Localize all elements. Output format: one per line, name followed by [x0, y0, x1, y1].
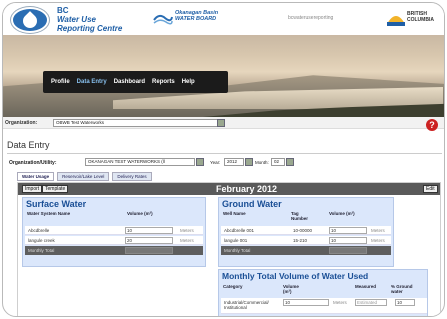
nav-dashboard[interactable]: Dashboard: [114, 79, 145, 85]
monthly-col-category: Category: [223, 284, 243, 289]
ground-unit: Meters: [371, 228, 385, 233]
tab-water-usage[interactable]: Water Usage: [17, 172, 55, 181]
ground-monthly-total-label: Monthly Total: [224, 248, 251, 253]
nav-data-entry[interactable]: Data Entry: [77, 79, 107, 85]
nav-reports[interactable]: Reports: [152, 79, 175, 85]
data-tabs: Water Usage Reservoir/Lake Level Deliver…: [17, 172, 152, 181]
surface-row-name: Abcdbrelle: [28, 228, 50, 233]
table-row: Abcdbrelle 001 10-00000 10 Meters: [221, 226, 391, 235]
surface-water-section: Surface Water Water System Name Volume (…: [22, 197, 206, 267]
surface-monthly-total: Monthly Total: [25, 246, 203, 255]
surface-volume-input[interactable]: 10: [125, 227, 173, 234]
ground-row-name: langule 001: [224, 238, 248, 243]
partner-logo-text: Okanagan Basin WATER BOARD: [175, 10, 218, 22]
ground-water-title: Ground Water: [222, 199, 282, 209]
ground-row-tag: 15-210: [293, 238, 308, 243]
ground-col-name: Well Name: [223, 211, 246, 216]
tab-reservoir-lake-level[interactable]: Reservoir/Lake Level: [57, 172, 110, 181]
panel-toolbar: Import Template February 2012 Edit: [18, 183, 440, 195]
measured-select[interactable]: Estimated: [355, 299, 387, 306]
ground-col-volume: Volume (m³): [329, 211, 355, 216]
ground-water-section: Ground Water Well Name Tag Number Volume…: [218, 197, 394, 267]
monthly-unit: Meters: [333, 300, 347, 305]
utility-label: Organization/Utility:: [9, 160, 57, 166]
nav-help[interactable]: Help: [182, 79, 195, 85]
ground-volume-input[interactable]: 10: [329, 227, 367, 234]
main-nav: Profile Data Entry Dashboard Reports Hel…: [43, 71, 228, 93]
organization-select[interactable]: OBWB Test Waterworks: [53, 119, 221, 127]
ground-row-name: Abcdbrelle 001: [224, 228, 255, 233]
brand-line-1: BC: [57, 6, 69, 15]
month-label: Month:: [255, 160, 269, 165]
okanagan-basin-logo-icon: [153, 14, 173, 25]
ground-monthly-total: Monthly Total: [221, 246, 391, 255]
surface-monthly-total-field: [125, 247, 173, 254]
surface-row-name: langule creek: [28, 238, 55, 243]
surface-col-volume: Volume (m³): [127, 211, 153, 216]
surface-unit: Meters: [180, 238, 194, 243]
table-row: Abcdbrelle 10 Meters: [25, 226, 203, 235]
organization-label: Organization:: [5, 120, 38, 126]
surface-monthly-total-label: Monthly Total: [28, 248, 55, 253]
month-select-button[interactable]: [286, 158, 294, 166]
title-divider: [7, 153, 442, 154]
utility-select[interactable]: OKANAGAN TEST WATERWORKS (ll: [85, 158, 195, 166]
table-row: langule 001 15-210 10 Meters: [221, 236, 391, 245]
water-drop-logo-icon[interactable]: [11, 7, 49, 33]
monthly-volume-input[interactable]: 10: [283, 299, 329, 306]
hero-banner-image: Profile Data Entry Dashboard Reports Hel…: [3, 35, 444, 117]
help-icon[interactable]: ?: [426, 119, 438, 131]
surface-volume-input[interactable]: 20: [125, 237, 173, 244]
utility-filter-row: Organization/Utility: OKANAGAN TEST WATE…: [9, 158, 439, 168]
ground-monthly-total-field: [329, 247, 367, 254]
ground-volume-input[interactable]: 10: [329, 237, 367, 244]
bc-government-logo-icon: [387, 16, 405, 26]
province-line-2: COLUMBIA: [407, 16, 434, 23]
template-button[interactable]: Template: [42, 185, 69, 193]
monthly-total-title: Monthly Total Volume of Water Used: [222, 271, 369, 281]
surface-unit: Meters: [180, 228, 194, 233]
water-usage-panel: Import Template February 2012 Edit Surfa…: [17, 182, 441, 316]
monthly-col-percent: % Ground water: [391, 284, 413, 294]
monthly-col-measured: Measured: [355, 284, 377, 289]
brand-line-3: Reporting Centre: [57, 24, 123, 33]
utility-select-button[interactable]: [196, 158, 204, 166]
ground-row-tag: 10-00000: [293, 228, 313, 233]
period-title: February 2012: [216, 184, 278, 194]
brand-title[interactable]: BC Water Use Reporting Centre: [57, 6, 122, 33]
app-frame: BC Water Use Reporting Centre Okanagan B…: [2, 2, 445, 317]
site-header: BC Water Use Reporting Centre Okanagan B…: [3, 3, 444, 35]
table-row: langule creek 20 Meters: [25, 236, 203, 245]
table-row: Industrial/Commercial/ Institutional 10 …: [221, 298, 427, 314]
brand-line-2: Water Use: [57, 15, 96, 24]
organization-bar: Organization: OBWB Test Waterworks: [3, 117, 444, 129]
organization-select-button[interactable]: [217, 119, 225, 127]
tab-delivery-rates[interactable]: Delivery Rates: [112, 172, 152, 181]
nav-profile[interactable]: Profile: [51, 79, 70, 85]
year-select-button[interactable]: [245, 158, 253, 166]
monthly-row-category: Industrial/Commercial/ Institutional: [224, 300, 269, 310]
province-logo-text: BRITISH COLUMBIA: [407, 11, 434, 23]
ground-col-tag: Tag Number: [291, 211, 309, 221]
edit-button[interactable]: Edit: [423, 185, 438, 193]
year-label: Year:: [210, 160, 221, 165]
monthly-col-volume: Volume (m³): [283, 284, 299, 294]
monthly-total-section: Monthly Total Volume of Water Used Categ…: [218, 269, 428, 316]
import-button[interactable]: Import: [22, 185, 43, 193]
partner-sub: WATER BOARD: [175, 16, 217, 22]
month-select[interactable]: 02: [271, 158, 285, 166]
header-link[interactable]: bcwaterusereporting: [288, 15, 333, 21]
year-select[interactable]: 2012: [224, 158, 244, 166]
surface-col-name: Water System Name: [27, 211, 71, 216]
ground-unit: Meters: [371, 238, 385, 243]
percent-ground-input[interactable]: 10: [395, 299, 415, 306]
surface-water-title: Surface Water: [26, 199, 87, 209]
page-title: Data Entry: [7, 140, 50, 150]
